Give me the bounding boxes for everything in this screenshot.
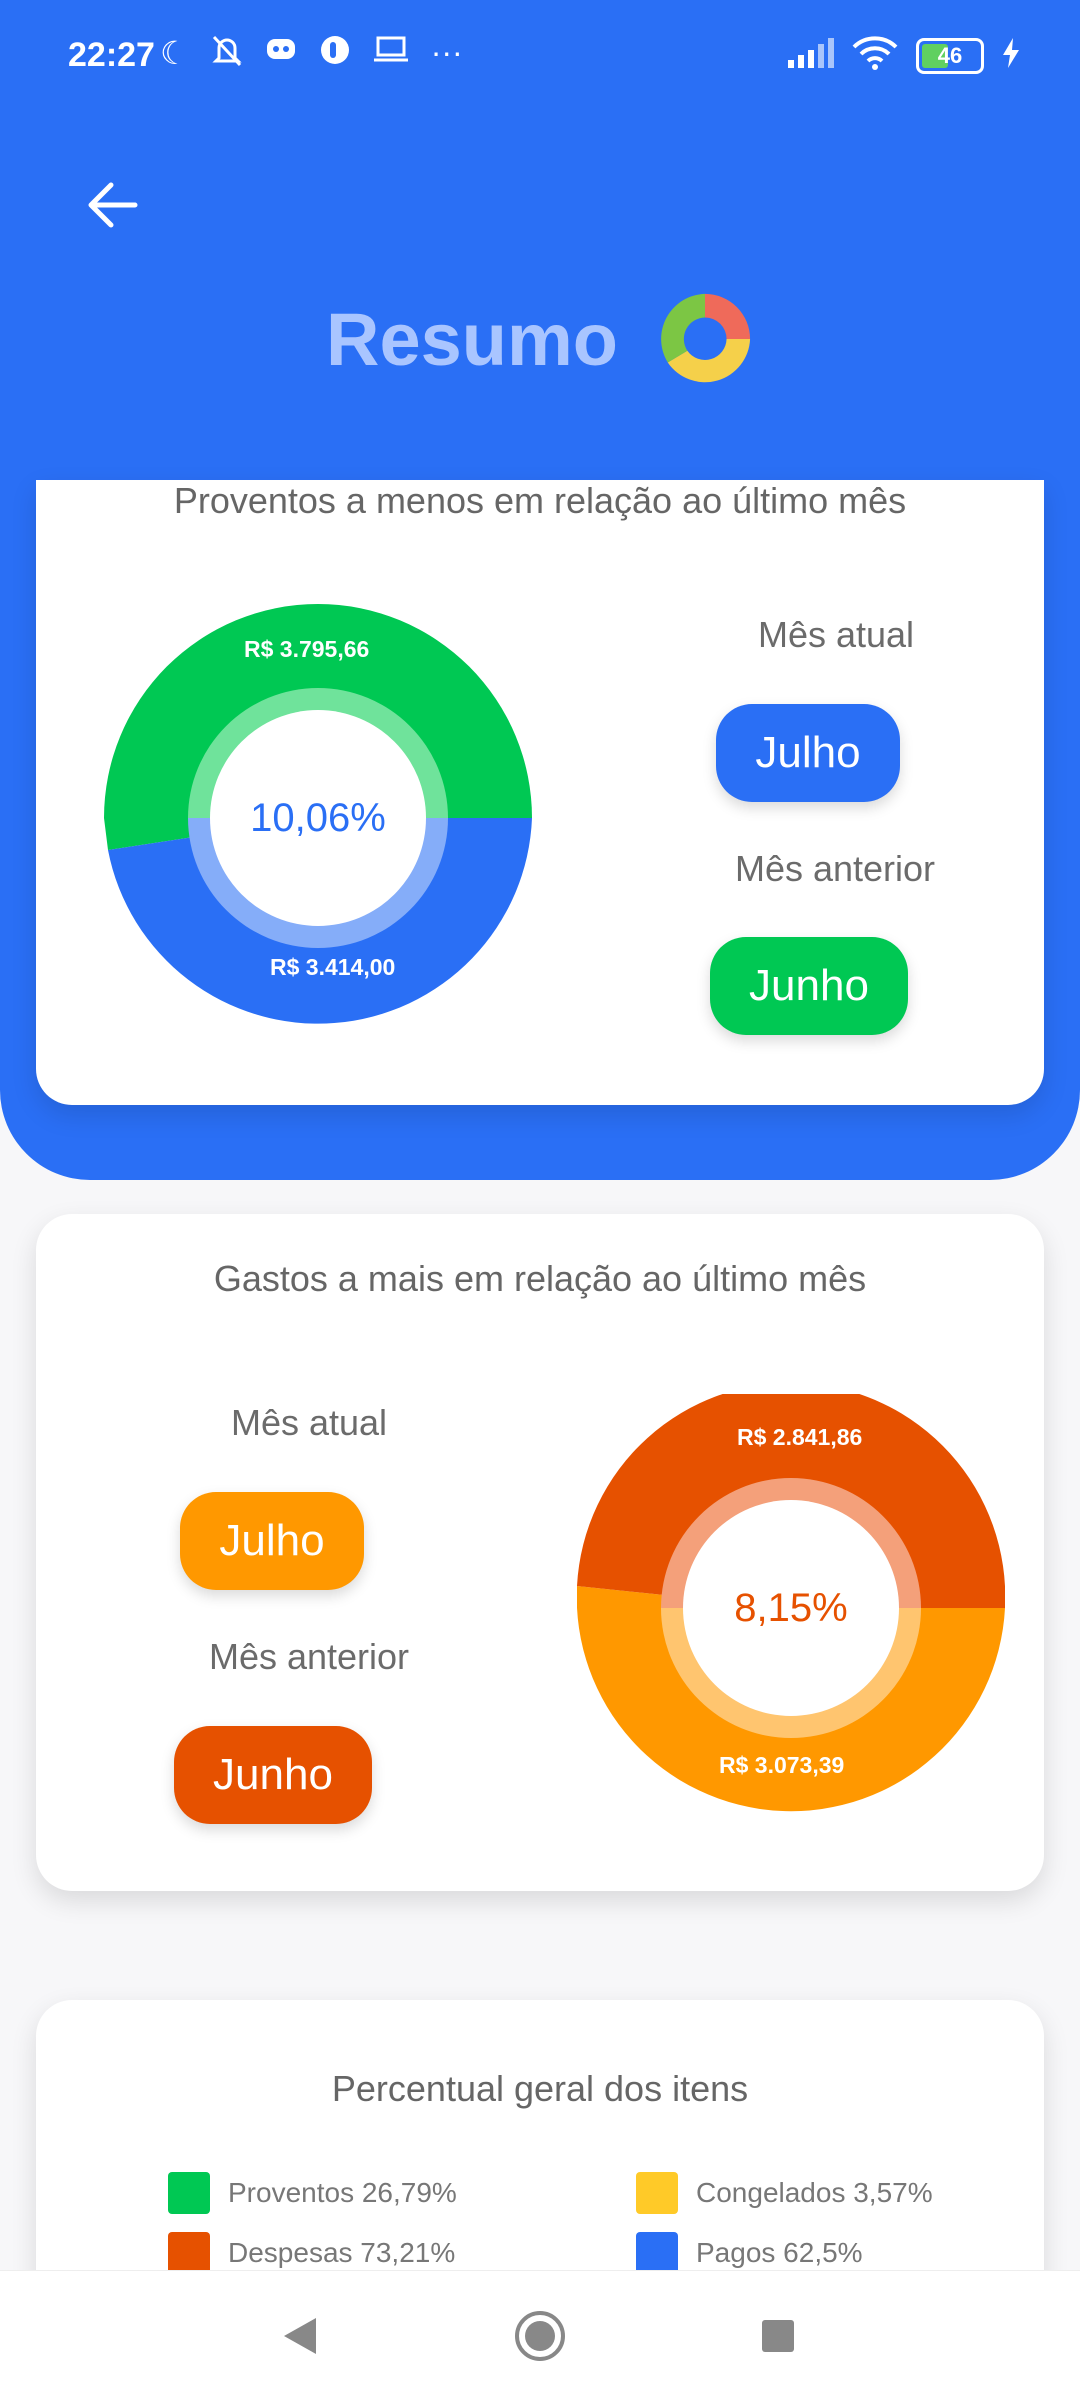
gastos-previous-value: R$ 2.841,86 [737,1424,863,1450]
triangle-back-icon [284,2318,316,2354]
status-icons-right: 46 [786,36,1020,75]
arrow-left-icon [88,182,138,228]
navigation-bar [0,2270,1080,2401]
gastos-card: Gastos a mais em relação ao último mês M… [36,1214,1044,1891]
legend-label-congelados: Congelados 3,57% [696,2177,933,2208]
proventos-donut-chart: 10,06% R$ 3.795,66 R$ 3.414,00 [104,604,532,1032]
legend-label-despesas: Despesas 73,21% [228,2237,456,2268]
proventos-current-value: R$ 3.795,66 [244,636,370,662]
legend-item-pagos: Pagos 62,5% [636,2232,863,2274]
gastos-previous-month-button[interactable]: Junho [174,1726,372,1824]
status-bar: 22:27 ☾ ··· 46 [0,0,1080,120]
nav-home-button[interactable] [505,2301,575,2371]
square-recents-icon [762,2320,794,2352]
pie-chart-icon [661,293,751,383]
battery-icon: 46 [916,37,984,74]
battery-level: 46 [937,42,963,68]
proventos-previous-month-label: Mês anterior [734,848,936,889]
proventos-card: Proventos a menos em relação ao último m… [36,480,1044,1105]
proventos-previous-month-button[interactable]: Junho [710,937,908,1035]
discord-icon [265,34,297,76]
gastos-previous-month-label: Mês anterior [208,1636,410,1677]
gastos-current-value: R$ 3.073,39 [719,1752,845,1778]
signal-icon [786,38,834,73]
legend-item-despesas: Despesas 73,21% [168,2232,455,2274]
page-title: Resumo [326,297,618,381]
gastos-donut-chart: 8,15% R$ 2.841,86 R$ 3.073,39 [576,1382,1006,1822]
legend-swatch-proventos [168,2172,210,2214]
more-icon: ··· [430,34,463,70]
proventos-current-month-button[interactable]: Julho [716,704,900,802]
legend-item-congelados: Congelados 3,57% [636,2172,933,2214]
wifi-icon [852,36,898,75]
status-icons-left: ☾ ··· [160,34,463,76]
gastos-current-month-label: Mês atual [230,1402,388,1443]
gastos-card-title: Gastos a mais em relação ao último mês [213,1258,867,1299]
status-time: 22:27 [68,36,155,74]
laptop-icon [373,34,409,76]
back-button[interactable] [78,170,148,240]
percentual-card-title: Percentual geral dos itens [331,2068,749,2109]
proventos-card-title: Proventos a menos em relação ao último m… [173,480,907,521]
moon-icon: ☾ [160,35,189,71]
nav-recents-button[interactable] [743,2301,813,2371]
bell-off-icon [211,34,243,76]
circle-home-icon [515,2311,565,2361]
legend-label-proventos: Proventos 26,79% [228,2177,457,2208]
gastos-current-month-button[interactable]: Julho [180,1492,364,1590]
legend-swatch-pagos [636,2232,678,2274]
app-icon [319,34,351,76]
legend-label-pagos: Pagos 62,5% [696,2237,863,2268]
proventos-current-month-label: Mês atual [757,614,915,655]
legend-item-proventos: Proventos 26,79% [168,2172,457,2214]
legend-swatch-despesas [168,2232,210,2274]
legend-swatch-congelados [636,2172,678,2214]
charging-icon [1002,38,1020,73]
proventos-previous-value: R$ 3.414,00 [270,954,396,980]
nav-back-button[interactable] [265,2301,335,2371]
page-title-row: Resumo [0,290,1080,388]
